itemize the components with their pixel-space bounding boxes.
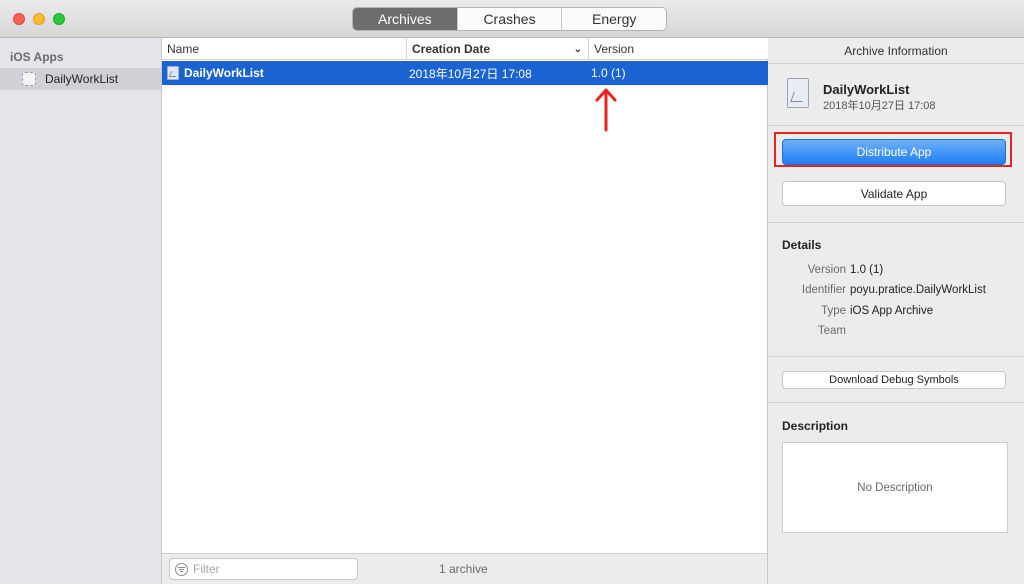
row-creation-date: 2018年10月27日 17:08	[409, 66, 532, 81]
bottom-bar: 1 archive	[162, 553, 768, 584]
tab-energy[interactable]: Energy	[561, 8, 666, 30]
column-header-name[interactable]: Name	[162, 38, 407, 60]
sidebar: iOS Apps DailyWorkList	[0, 38, 162, 584]
titlebar: Archives Crashes Energy	[0, 0, 1024, 38]
sidebar-item-label: DailyWorkList	[45, 72, 119, 86]
divider	[768, 356, 1024, 357]
divider	[768, 222, 1024, 223]
archive-icon	[787, 78, 809, 108]
inspector-app-name: DailyWorkList	[823, 82, 910, 97]
filter-field[interactable]	[169, 558, 358, 580]
description-header: Description	[782, 419, 849, 433]
column-header-row: Name Creation Date ⌄ Version	[162, 38, 768, 60]
details-header: Details	[782, 238, 822, 252]
archive-count: 1 archive	[439, 562, 488, 576]
minimize-window-button[interactable]	[33, 13, 45, 25]
annotation-arrow-icon	[595, 88, 617, 132]
validate-app-button[interactable]: Validate App	[782, 181, 1006, 206]
tab-crashes[interactable]: Crashes	[456, 8, 562, 30]
sidebar-item-dailyworklist[interactable]: DailyWorkList	[0, 68, 161, 90]
table-row[interactable]: DailyWorkList 2018年10月27日 17:08 1.0 (1)	[162, 61, 768, 85]
distribute-app-button[interactable]: Distribute App	[782, 139, 1006, 165]
zoom-window-button[interactable]	[53, 13, 65, 25]
divider	[768, 402, 1024, 403]
sort-descending-icon: ⌄	[573, 43, 582, 55]
divider	[768, 125, 1024, 126]
download-debug-symbols-button[interactable]: Download Debug Symbols	[782, 371, 1006, 389]
row-name: DailyWorkList	[184, 66, 264, 80]
description-field[interactable]: No Description	[782, 442, 1008, 533]
close-window-button[interactable]	[13, 13, 25, 25]
organizer-tab-control: Archives Crashes Energy	[352, 7, 667, 31]
archives-organizer-window: Archives Crashes Energy iOS Apps DailyWo…	[0, 0, 1024, 584]
inspector-app-date: 2018年10月27日 17:08	[823, 100, 936, 112]
archive-list: Name Creation Date ⌄ Version DailyWorkLi…	[162, 38, 768, 553]
inspector-title: Archive Information	[768, 38, 1024, 64]
filter-icon	[175, 562, 188, 576]
archive-inspector: Archive Information DailyWorkList 2018年1…	[768, 38, 1024, 584]
filter-input[interactable]	[193, 562, 343, 576]
app-icon	[22, 72, 36, 86]
column-header-version[interactable]: Version	[589, 38, 768, 60]
sidebar-section-header: iOS Apps	[10, 50, 64, 64]
archive-icon	[167, 66, 179, 80]
detail-row-team: Team	[817, 325, 846, 337]
description-placeholder: No Description	[857, 481, 933, 494]
detail-row-type: Type iOS App Archive	[821, 305, 934, 317]
detail-row-identifier: Identifier poyu.pratice.DailyWorkList	[801, 284, 986, 296]
column-header-creation-date[interactable]: Creation Date ⌄	[407, 38, 589, 60]
detail-row-version: Version 1.0 (1)	[807, 264, 884, 276]
row-version: 1.0 (1)	[591, 66, 626, 80]
tab-archives[interactable]: Archives	[353, 8, 457, 30]
